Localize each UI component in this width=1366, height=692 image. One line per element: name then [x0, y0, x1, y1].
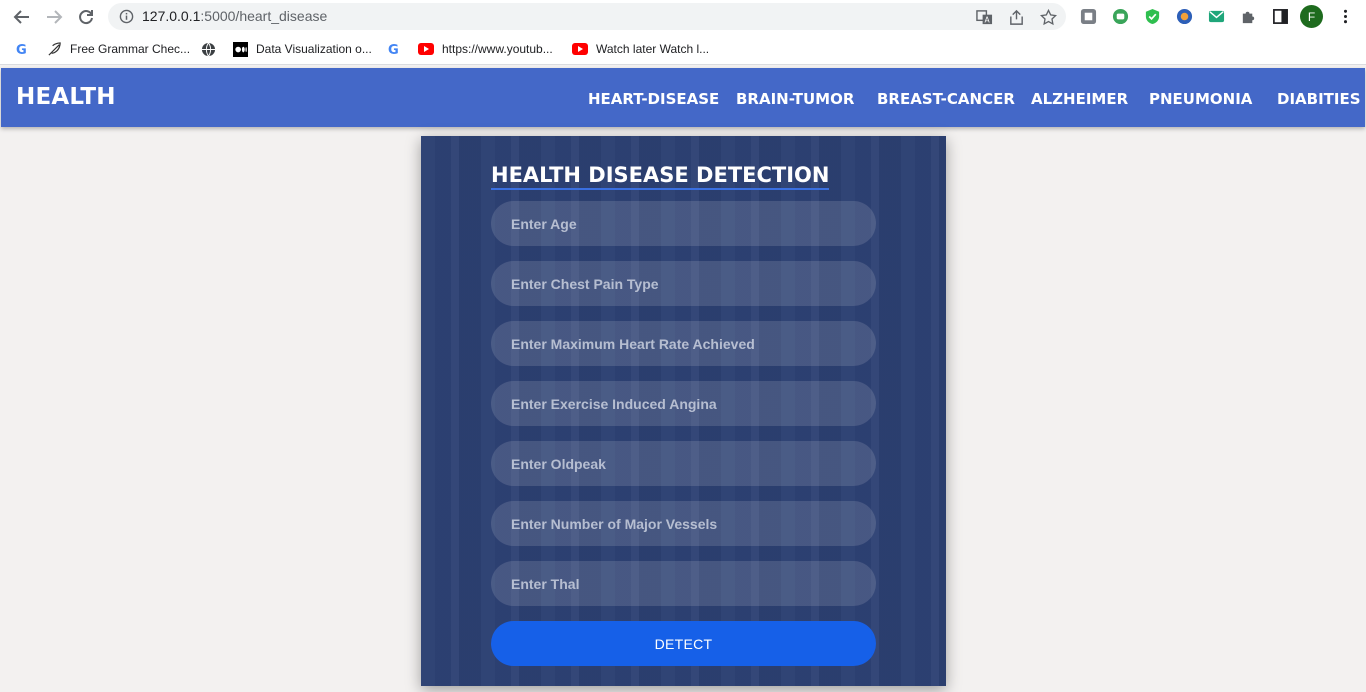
browser-toolbar: 127.0.0.1:5000/heart_disease A F	[0, 0, 1366, 33]
svg-text:A: A	[984, 15, 990, 24]
bookmark-youtube-2[interactable]: Watch later Watch l...	[572, 40, 709, 58]
detect-button[interactable]: DETECT	[491, 621, 876, 666]
url-host: 127.0.0.1	[142, 8, 201, 24]
nav-diabities[interactable]: DIABITIES	[1277, 90, 1361, 108]
bookmark-label: https://www.youtub...	[442, 42, 553, 56]
share-icon[interactable]	[1007, 8, 1025, 26]
url-text[interactable]: 127.0.0.1:5000/heart_disease	[142, 8, 327, 24]
nav-pneumonia[interactable]: PNEUMONIA	[1149, 90, 1252, 108]
profile-avatar[interactable]: F	[1300, 5, 1323, 28]
address-bar[interactable]: 127.0.0.1:5000/heart_disease A	[108, 3, 1066, 30]
bookmark-label: Watch later Watch l...	[596, 42, 710, 56]
forward-arrow-icon[interactable]	[43, 6, 65, 28]
bookmark-google-1[interactable]: G	[14, 40, 38, 58]
side-panel-icon[interactable]	[1271, 7, 1289, 25]
oldpeak-input[interactable]	[491, 441, 876, 486]
brand-logo[interactable]: HEALTH	[16, 84, 116, 110]
site-navbar: HEALTH HEART-DISEASE BRAIN-TUMOR BREAST-…	[1, 68, 1365, 127]
extensions-puzzle-icon[interactable]	[1239, 7, 1257, 25]
exercise-angina-input[interactable]	[491, 381, 876, 426]
bookmark-label: Data Visualization o...	[256, 42, 372, 56]
form-title: HEALTH DISEASE DETECTION	[491, 163, 830, 190]
nav-breast-cancer[interactable]: BREAST-CANCER	[877, 90, 1015, 108]
bookmark-label: Free Grammar Chec...	[70, 42, 191, 56]
bookmark-youtube-1[interactable]: https://www.youtub...	[418, 40, 553, 58]
chest-pain-type-input[interactable]	[491, 261, 876, 306]
translate-icon[interactable]: A	[975, 8, 993, 26]
major-vessels-input[interactable]	[491, 501, 876, 546]
bookmark-globe[interactable]	[200, 40, 224, 58]
youtube-icon	[418, 41, 434, 57]
svg-text:G: G	[15, 43, 26, 57]
extension-vpn-icon[interactable]	[1175, 7, 1193, 25]
reload-icon[interactable]	[75, 6, 97, 28]
extension-mail-icon[interactable]	[1207, 7, 1225, 25]
detection-form-card: HEALTH DISEASE DETECTION DETECT	[421, 136, 946, 686]
extension-ap-icon[interactable]	[1079, 7, 1097, 25]
bookmarks-bar: G Free Grammar Chec... Data Visualizatio…	[0, 33, 1366, 65]
nav-alzheimer[interactable]: ALZHEIMER	[1031, 90, 1128, 108]
bookmark-star-icon[interactable]	[1039, 8, 1057, 26]
back-arrow-icon[interactable]	[11, 6, 33, 28]
extension-robot-icon[interactable]	[1111, 7, 1129, 25]
extension-shield-icon[interactable]	[1143, 7, 1161, 25]
site-info-icon[interactable]	[119, 9, 134, 29]
menu-kebab-icon[interactable]	[1336, 7, 1354, 25]
bookmark-data-visualization[interactable]: Data Visualization o...	[232, 40, 372, 58]
url-path: :5000/heart_disease	[200, 8, 328, 24]
google-icon: G	[14, 41, 30, 57]
svg-text:G: G	[387, 43, 398, 57]
youtube-icon	[572, 41, 588, 57]
feather-icon	[46, 41, 62, 57]
bookmark-google-2[interactable]: G	[386, 40, 410, 58]
medium-icon	[232, 41, 248, 57]
age-input[interactable]	[491, 201, 876, 246]
bookmark-grammar[interactable]: Free Grammar Chec...	[46, 40, 190, 58]
nav-brain-tumor[interactable]: BRAIN-TUMOR	[736, 90, 854, 108]
max-heart-rate-input[interactable]	[491, 321, 876, 366]
thal-input[interactable]	[491, 561, 876, 606]
nav-heart-disease[interactable]: HEART-DISEASE	[588, 90, 719, 108]
google-icon: G	[386, 41, 402, 57]
globe-icon	[200, 41, 216, 57]
